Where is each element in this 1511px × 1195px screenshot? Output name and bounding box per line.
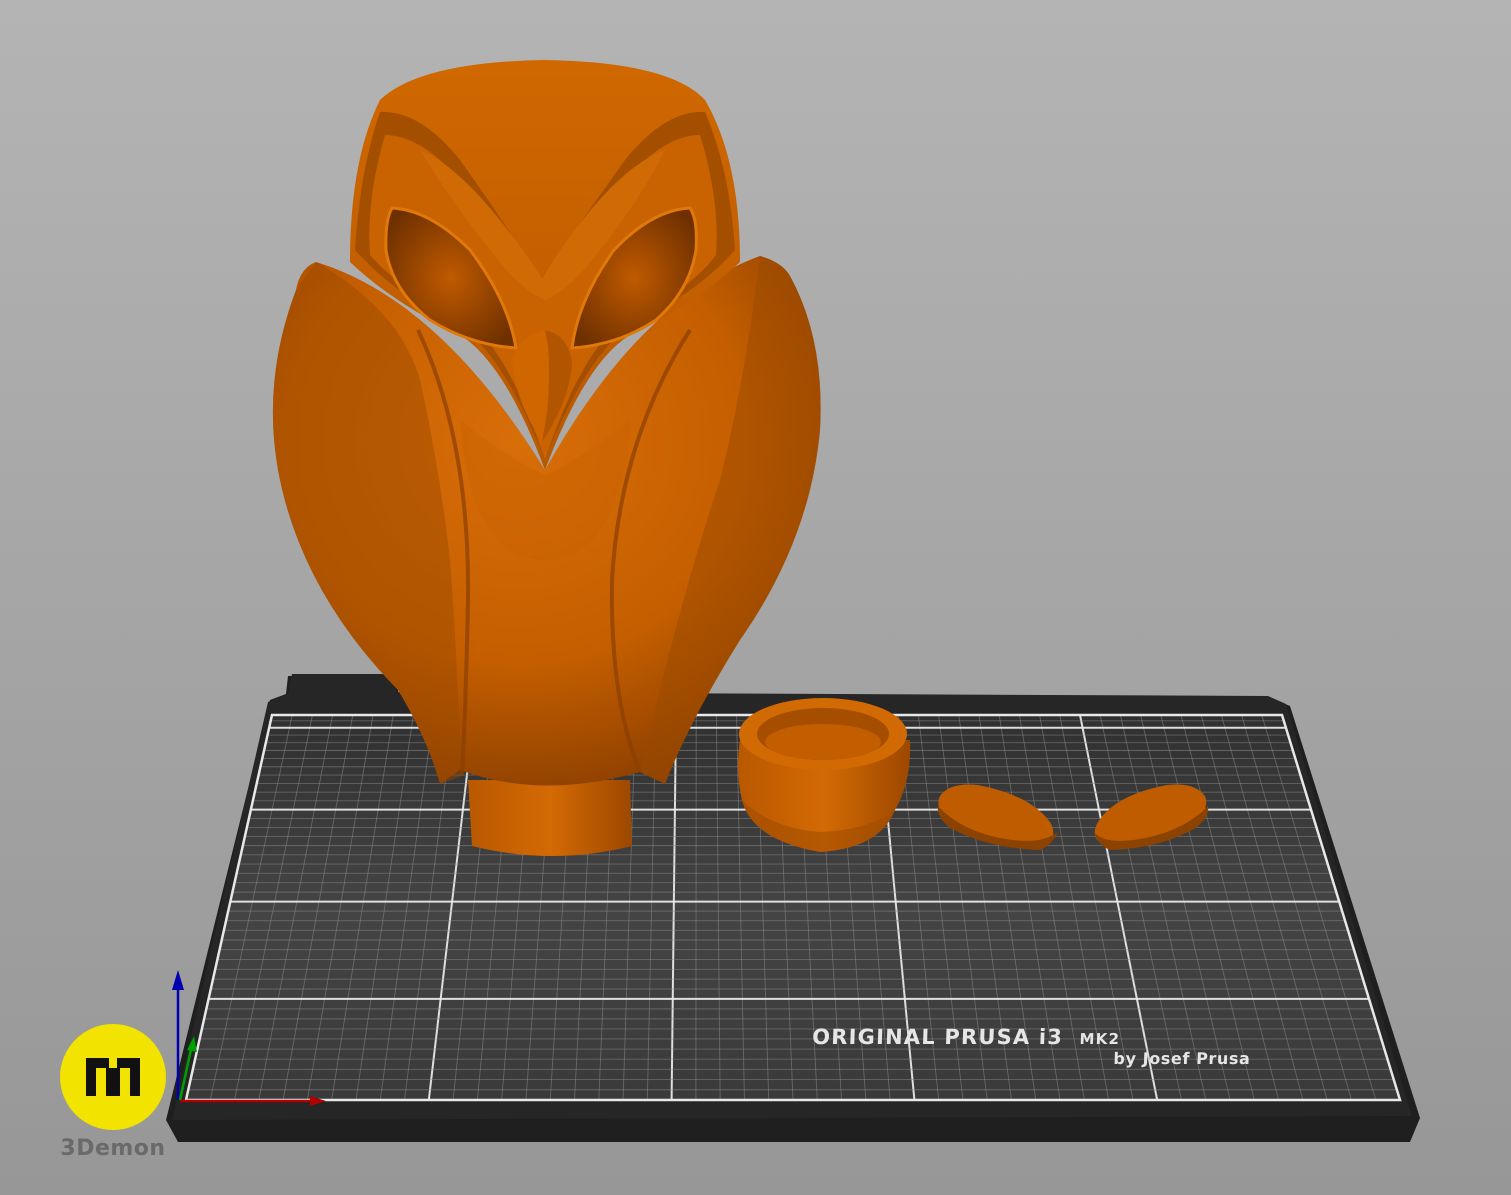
3demon-watermark: 3Demon [60, 1024, 166, 1161]
3demon-m-glyph [86, 1058, 140, 1096]
bed-model-suffix: MK2 [1079, 1030, 1120, 1048]
z-axis-arrow [172, 970, 184, 990]
owl-foot [468, 780, 632, 856]
3demon-logo-icon [60, 1024, 166, 1130]
3demon-label: 3Demon [60, 1136, 166, 1161]
bed-title: ORIGINAL PRUSA i3 [812, 1025, 1064, 1049]
3d-viewport[interactable]: ORIGINAL PRUSA i3 MK2 by Josef Prusa [0, 0, 1511, 1195]
cup-inner [765, 724, 881, 760]
bed-subtitle: by Josef Prusa [1113, 1049, 1251, 1068]
